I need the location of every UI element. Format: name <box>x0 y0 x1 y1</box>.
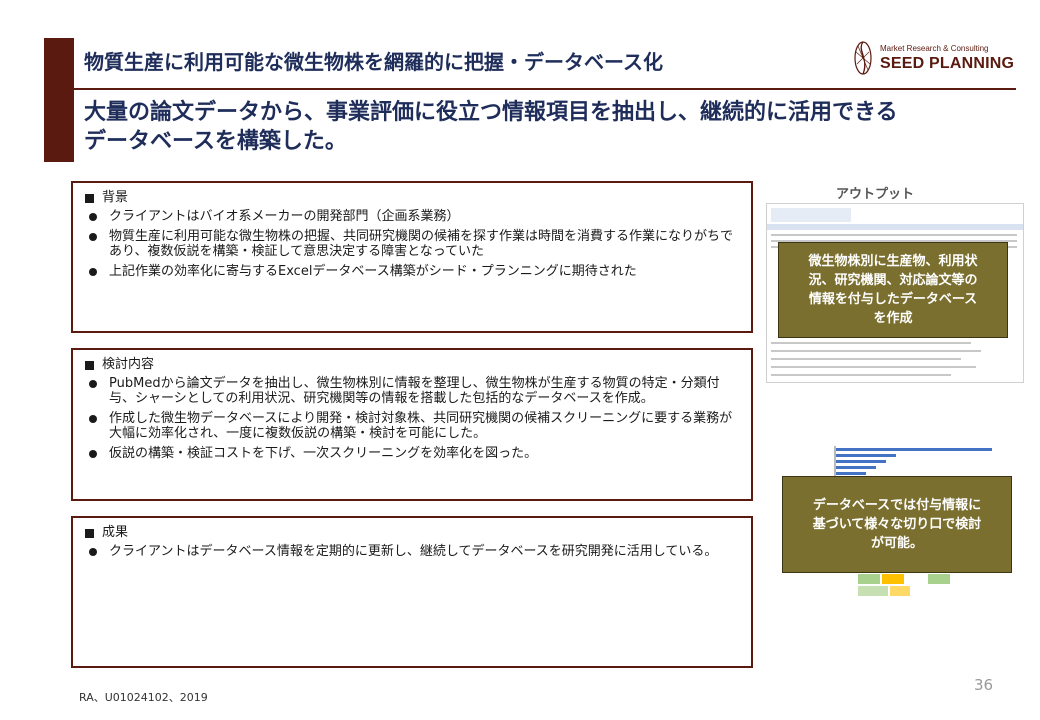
list-item: PubMedから論文データを抽出し、微生物株別に情報を整理し、微生物株が生産する… <box>85 376 741 406</box>
square-bullet-icon <box>85 528 94 538</box>
title-divider <box>74 88 1016 90</box>
bullet-dot-icon <box>89 380 97 388</box>
square-bullet-icon <box>85 193 94 203</box>
logo-tagline: Market Research & Consulting <box>880 44 989 53</box>
section-heading: 成果 <box>102 525 129 540</box>
source-note: RA、U01024102、2019 <box>79 691 208 704</box>
bullet-dot-icon <box>89 450 97 458</box>
subtitle-line-2: データベースを構築した。 <box>84 129 347 154</box>
bullet-dot-icon <box>89 548 97 556</box>
bullet-dot-icon <box>89 213 97 221</box>
seed-planning-logo: Market Research & Consulting SEED PLANNI… <box>852 40 1014 78</box>
output-label: アウトプット <box>836 187 915 202</box>
bullet-dot-icon <box>89 233 97 241</box>
square-bullet-icon <box>85 360 94 370</box>
bullet-dot-icon <box>89 268 97 276</box>
list-item: クライアントはバイオ系メーカーの開発部門（企画系業務） <box>85 209 741 224</box>
bullet-list: PubMedから論文データを抽出し、微生物株別に情報を整理し、微生物株が生産する… <box>85 376 741 461</box>
section-heading: 背景 <box>102 190 129 205</box>
section-heading: 検討内容 <box>102 357 155 372</box>
section-results: 成果 クライアントはデータベース情報を定期的に更新し、継続してデータベースを研究… <box>71 516 753 668</box>
logo-name: SEED PLANNING <box>880 55 1015 72</box>
bullet-list: クライアントはデータベース情報を定期的に更新し、継続してデータベースを研究開発に… <box>85 544 741 559</box>
subtitle-line-1: 大量の論文データから、事業評価に役立つ情報項目を抽出し、継続的に活用できる <box>84 100 898 125</box>
list-item: 作成した微生物データベースにより開発・検討対象株、共同研究機関の候補スクリーニン… <box>85 411 741 441</box>
bullet-list: クライアントはバイオ系メーカーの開発部門（企画系業務） 物質生産に利用可能な微生… <box>85 209 741 279</box>
list-item: 物質生産に利用可能な微生物株の把握、共同研究機関の候補を探す作業は時間を消費する… <box>85 229 741 259</box>
section-study-content: 検討内容 PubMedから論文データを抽出し、微生物株別に情報を整理し、微生物株… <box>71 348 753 501</box>
output-callout-database: 微生物株別に生産物、利用状 況、研究機関、対応論文等の 情報を付与したデータベー… <box>778 242 1008 338</box>
seed-logo-icon <box>854 41 872 75</box>
page-title: 物質生産に利用可能な微生物株を網羅的に把握・データベース化 <box>84 50 663 74</box>
list-item: 仮説の構築・検証コストを下げ、一次スクリーニングを効率化を図った。 <box>85 446 741 461</box>
page-subtitle: 大量の論文データから、事業評価に役立つ情報項目を抽出し、継続的に活用できる デー… <box>84 98 994 156</box>
list-item: クライアントはデータベース情報を定期的に更新し、継続してデータベースを研究開発に… <box>85 544 741 559</box>
section-background: 背景 クライアントはバイオ系メーカーの開発部門（企画系業務） 物質生産に利用可能… <box>71 181 753 333</box>
title-accent-bar <box>44 38 74 162</box>
list-item: 上記作業の効率化に寄与するExcelデータベース構築がシード・プランニングに期待… <box>85 264 741 279</box>
page-number: 36 <box>974 676 994 694</box>
output-callout-analysis: データベースでは付与情報に 基づいて様々な切り口で検討 が可能。 <box>782 476 1012 573</box>
bullet-dot-icon <box>89 415 97 423</box>
